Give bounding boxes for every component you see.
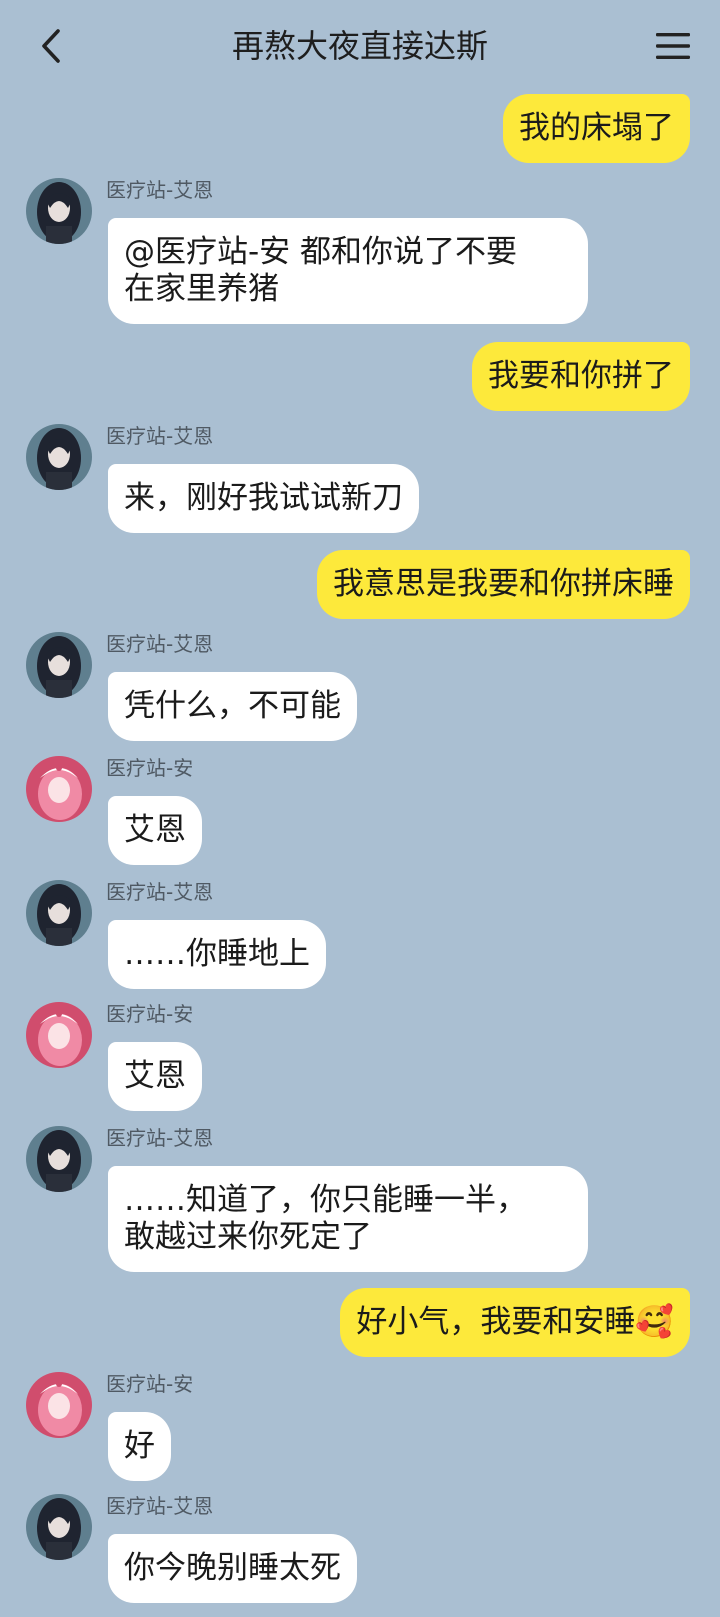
sender-name: 医疗站-艾恩 (106, 178, 214, 202)
avatar[interactable] (26, 1126, 92, 1192)
incoming-message: 医疗站-安 艾恩 (0, 756, 720, 866)
chat-title: 再熬大夜直接达斯 (231, 27, 488, 65)
message-bubble[interactable]: 我意思是我要和你拼床睡 (317, 550, 690, 619)
pink-hair-avatar-icon (26, 1002, 92, 1068)
incoming-message: 医疗站-艾恩 你今晚别睡太死 (0, 1494, 720, 1604)
sender-name: 医疗站-艾恩 (106, 880, 214, 904)
message-bubble[interactable]: @医疗站-安 都和你说了不要 在家里养猪 (108, 218, 588, 324)
pink-hair-avatar-icon (26, 756, 92, 822)
smiling-face-with-hearts-icon: 🥰 (635, 1304, 674, 1340)
dark-hair-avatar-icon (26, 178, 92, 244)
sender-name: 医疗站-安 (106, 1372, 194, 1396)
message-bubble[interactable]: 我的床塌了 (503, 94, 690, 163)
dark-hair-avatar-icon (26, 632, 92, 698)
back-button[interactable] (28, 22, 76, 70)
dark-hair-avatar-icon (26, 1494, 92, 1560)
message-bubble[interactable]: 好小气，我要和安睡🥰 (340, 1288, 690, 1357)
outgoing-message[interactable]: 好小气，我要和安睡🥰 (340, 1288, 690, 1357)
message-bubble[interactable]: 艾恩 (108, 1042, 202, 1111)
incoming-message: 医疗站-艾恩 @医疗站-安 都和你说了不要 在家里养猪 (0, 178, 720, 328)
incoming-message: 医疗站-艾恩 ……你睡地上 (0, 880, 720, 990)
message-text: 好小气，我要和安睡 (356, 1304, 636, 1340)
message-bubble[interactable]: ……你睡地上 (108, 920, 326, 989)
incoming-message: 医疗站-安 艾恩 (0, 1002, 720, 1112)
chat-header: 再熬大夜直接达斯 (0, 0, 720, 94)
avatar[interactable] (26, 880, 92, 946)
message-bubble[interactable]: 来，刚好我试试新刀 (108, 464, 419, 533)
sender-name: 医疗站-艾恩 (106, 1494, 214, 1518)
avatar[interactable] (26, 1372, 92, 1438)
incoming-message: 医疗站-艾恩 来，刚好我试试新刀 (0, 424, 720, 534)
dark-hair-avatar-icon (26, 424, 92, 490)
avatar[interactable] (26, 632, 92, 698)
incoming-message: 医疗站-艾恩 凭什么，不可能 (0, 632, 720, 742)
sender-name: 医疗站-安 (106, 1002, 194, 1026)
dark-hair-avatar-icon (26, 1126, 92, 1192)
incoming-message: 医疗站-艾恩 ……知道了，你只能睡一半， 敢越过来你死定了 (0, 1126, 720, 1276)
avatar[interactable] (26, 178, 92, 244)
message-bubble[interactable]: 好 (108, 1412, 171, 1481)
outgoing-message[interactable]: 我的床塌了 (503, 94, 690, 163)
sender-name: 医疗站-艾恩 (106, 1126, 214, 1150)
hamburger-menu-icon (656, 33, 690, 59)
outgoing-message[interactable]: 我意思是我要和你拼床睡 (317, 550, 690, 619)
avatar[interactable] (26, 424, 92, 490)
dark-hair-avatar-icon (26, 880, 92, 946)
incoming-message: 医疗站-安 好 (0, 1372, 720, 1482)
outgoing-message[interactable]: 我要和你拼了 (472, 342, 690, 411)
message-bubble[interactable]: 我要和你拼了 (472, 342, 690, 411)
avatar[interactable] (26, 756, 92, 822)
sender-name: 医疗站-艾恩 (106, 424, 214, 448)
pink-hair-avatar-icon (26, 1372, 92, 1438)
sender-name: 医疗站-艾恩 (106, 632, 214, 656)
message-bubble[interactable]: 你今晚别睡太死 (108, 1534, 357, 1603)
sender-name: 医疗站-安 (106, 756, 194, 780)
message-bubble[interactable]: 凭什么，不可能 (108, 672, 357, 741)
avatar[interactable] (26, 1494, 92, 1560)
avatar[interactable] (26, 1002, 92, 1068)
chevron-left-icon (42, 29, 60, 63)
message-bubble[interactable]: ……知道了，你只能睡一半， 敢越过来你死定了 (108, 1166, 588, 1272)
message-bubble[interactable]: 艾恩 (108, 796, 202, 865)
menu-button[interactable] (646, 22, 700, 70)
